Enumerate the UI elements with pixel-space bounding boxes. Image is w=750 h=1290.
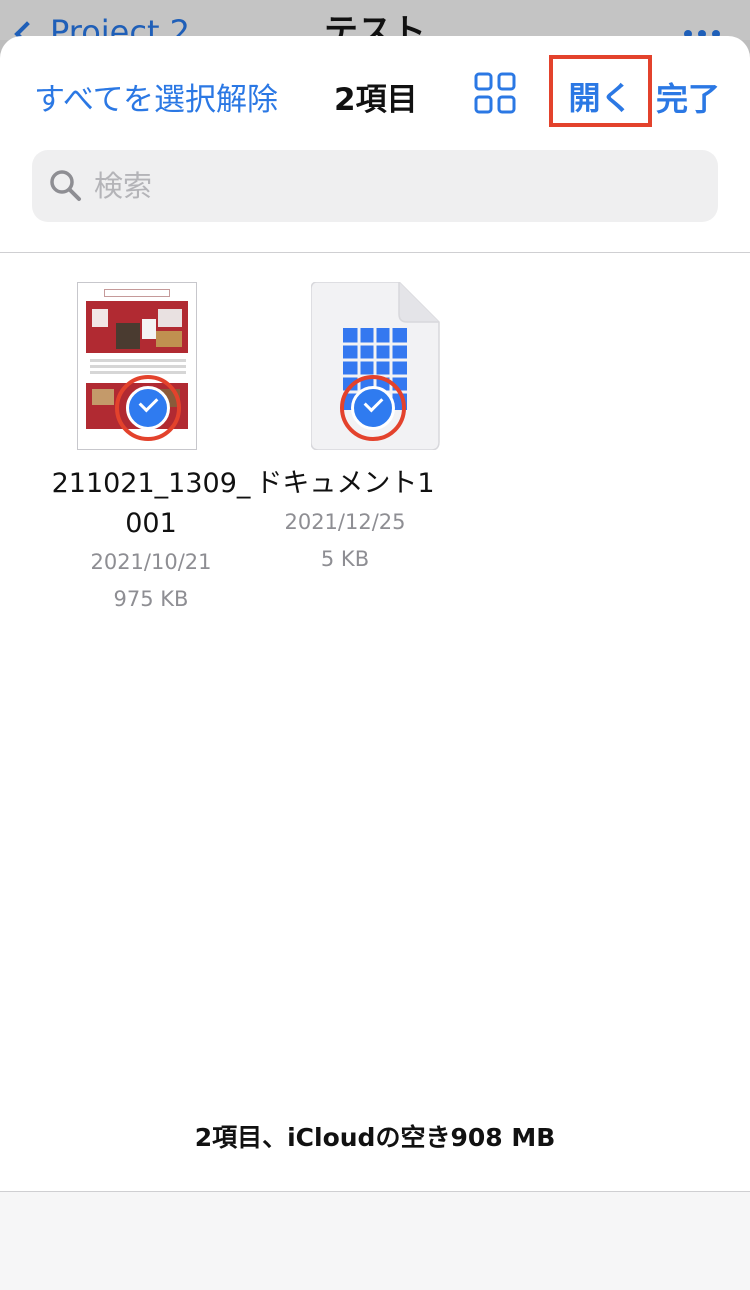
- grid-icon: [474, 72, 516, 114]
- selection-count: 2項目: [334, 82, 418, 118]
- file-date: 2021/12/25: [284, 510, 406, 534]
- background-nav-bar: Project 2 テスト: [0, 0, 750, 40]
- header-divider: [0, 252, 750, 253]
- file-name: ドキュメント1: [255, 468, 435, 499]
- highlight-ring: [115, 375, 181, 441]
- done-button[interactable]: 完了: [656, 74, 720, 120]
- file-picker-sheet: すべてを選択解除 2項目 開く 完了 検索 211021_1309_ 001 2…: [0, 36, 750, 1290]
- search-icon: [50, 170, 81, 201]
- file-item[interactable]: ドキュメント1 2021/12/25 5 KB: [230, 282, 460, 578]
- highlight-ring: [340, 375, 406, 441]
- storage-status: 2項目、iCloudの空き908 MB: [194, 1123, 556, 1152]
- file-size: 5 KB: [320, 547, 370, 571]
- grid-view-button[interactable]: [474, 72, 516, 114]
- file-size: 975 KB: [113, 587, 189, 611]
- toolbar: すべてを選択解除 2項目 開く 完了: [0, 36, 750, 146]
- file-thumbnail: [230, 282, 460, 450]
- bottom-toolbar: [0, 1192, 750, 1290]
- search-bar[interactable]: [32, 150, 718, 222]
- open-button[interactable]: 開く: [549, 55, 652, 127]
- deselect-all-button[interactable]: すべてを選択解除: [34, 74, 278, 119]
- open-button-label: 開く: [568, 79, 633, 117]
- search-input[interactable]: [94, 164, 694, 208]
